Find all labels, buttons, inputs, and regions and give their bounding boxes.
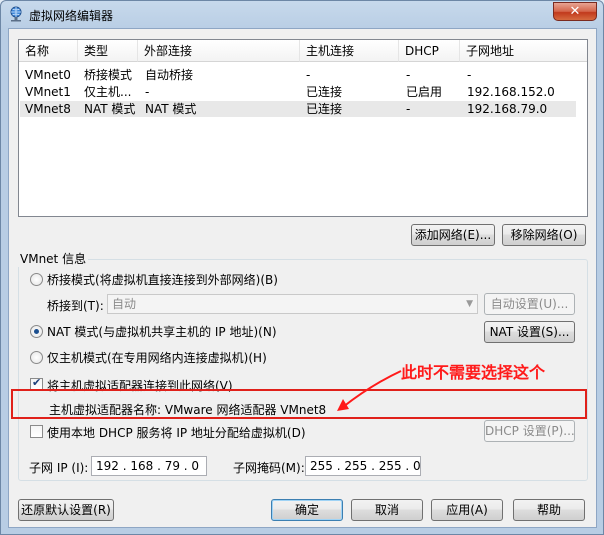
column-header-dhcp[interactable]: DHCP — [399, 40, 460, 62]
chevron-down-icon: ▼ — [466, 299, 473, 309]
column-header-host[interactable]: 主机连接 — [300, 40, 399, 62]
cell-external: NAT 模式 — [145, 102, 197, 116]
cell-subnet: 192.168.152.0 — [467, 85, 555, 99]
window-title: 虚拟网络编辑器 — [29, 9, 114, 23]
use-dhcp-checkbox[interactable] — [30, 425, 43, 438]
nat-mode-radio[interactable] — [30, 325, 43, 338]
network-globe-icon — [10, 6, 22, 22]
use-dhcp-label[interactable]: 使用本地 DHCP 服务将 IP 地址分配给虚拟机(D) — [47, 424, 306, 441]
cell-dhcp: - — [406, 68, 411, 82]
cell-name: VMnet8 — [25, 102, 71, 116]
help-button[interactable]: 帮助 — [513, 499, 585, 521]
network-list[interactable]: 名称 类型 外部连接 主机连接 DHCP 子网地址 VMnet0 桥接模式 自动… — [18, 39, 588, 217]
cell-external: - — [145, 85, 150, 99]
subnet-ip-input[interactable]: 192 . 168 . 79 . 0 — [91, 456, 207, 476]
restore-defaults-button[interactable]: 还原默认设置(R) — [18, 499, 114, 521]
dhcp-settings-button[interactable]: DHCP 设置(P)... — [484, 420, 575, 442]
cell-subnet: 192.168.79.0 — [467, 102, 548, 116]
cancel-button[interactable]: 取消 — [351, 499, 423, 521]
cell-subnet: - — [467, 68, 472, 82]
bridged-to-dropdown[interactable]: 自动 ▼ — [107, 294, 478, 314]
column-header-external[interactable]: 外部连接 — [138, 40, 300, 62]
close-button[interactable]: ✕ — [553, 2, 597, 21]
auto-settings-button[interactable]: 自动设置(U)... — [484, 293, 575, 315]
cell-host: 已连接 — [306, 85, 343, 99]
cell-type: 桥接模式 — [84, 68, 133, 82]
column-header-name[interactable]: 名称 — [19, 40, 78, 62]
host-only-mode-label[interactable]: 仅主机模式(在专用网络内连接虚拟机)(H) — [47, 349, 267, 366]
table-row[interactable]: VMnet1 仅主机... - 已连接 已启用 192.168.152.0 — [20, 84, 576, 100]
dialog-body: 名称 类型 外部连接 主机连接 DHCP 子网地址 VMnet0 桥接模式 自动… — [8, 28, 597, 528]
subnet-mask-label: 子网掩码(M): — [233, 461, 305, 475]
nat-mode-label[interactable]: NAT 模式(与虚拟机共享主机的 IP 地址)(N) — [47, 323, 277, 340]
cell-host: 已连接 — [306, 102, 343, 116]
nat-settings-button[interactable]: NAT 设置(S)... — [484, 321, 575, 343]
add-network-button[interactable]: 添加网络(E)... — [411, 224, 495, 246]
bridged-to-label: 桥接到(T): — [47, 299, 104, 313]
subnet-mask-input[interactable]: 255 . 255 . 255 . 0 — [305, 456, 421, 476]
remove-network-button[interactable]: 移除网络(O) — [502, 224, 586, 246]
annotation-text: 此时不需要选择这个 — [401, 363, 546, 382]
bridged-to-value: 自动 — [112, 297, 137, 311]
cell-name: VMnet0 — [25, 68, 71, 82]
apply-button[interactable]: 应用(A) — [431, 499, 503, 521]
cell-type: NAT 模式 — [84, 102, 136, 116]
highlight-box — [11, 389, 587, 419]
cell-name: VMnet1 — [25, 85, 71, 99]
host-only-mode-radio[interactable] — [30, 351, 43, 364]
column-header-subnet[interactable]: 子网地址 — [460, 40, 587, 62]
bridged-mode-label[interactable]: 桥接模式(将虚拟机直接连接到外部网络)(B) — [47, 271, 278, 288]
cell-external: 自动桥接 — [145, 68, 194, 82]
cell-dhcp: 已启用 — [406, 85, 443, 99]
cell-type: 仅主机... — [84, 85, 132, 99]
subnet-ip-label: 子网 IP (I): — [29, 461, 89, 475]
vmnet-info-title: VMnet 信息 — [18, 250, 89, 267]
table-row[interactable]: VMnet0 桥接模式 自动桥接 - - - — [20, 67, 576, 83]
bridged-mode-radio[interactable] — [30, 273, 43, 286]
column-header-type[interactable]: 类型 — [78, 40, 138, 62]
cell-dhcp: - — [406, 102, 411, 116]
cell-host: - — [306, 68, 311, 82]
annotation-arrow-icon — [337, 370, 402, 411]
ok-button[interactable]: 确定 — [271, 499, 343, 521]
virtual-network-editor-window: 虚拟网络编辑器 ✕ 名称 类型 外部连接 主机连接 DHCP 子网地址 VMne… — [0, 0, 604, 535]
title-bar[interactable]: 虚拟网络编辑器 ✕ — [1, 1, 603, 27]
table-row-selected[interactable]: VMnet8 NAT 模式 NAT 模式 已连接 - 192.168.79.0 — [20, 101, 576, 117]
